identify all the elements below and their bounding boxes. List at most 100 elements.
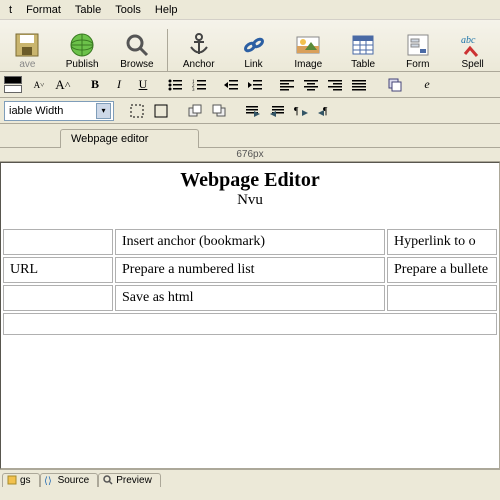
menu-format[interactable]: Format <box>19 2 68 18</box>
table-cell[interactable] <box>387 285 497 311</box>
document-tab[interactable]: Webpage editor <box>60 129 199 148</box>
table-label: Table <box>351 59 375 70</box>
bold-button[interactable]: B <box>84 75 106 95</box>
view-tab-label: Preview <box>116 475 152 486</box>
table-cell[interactable] <box>3 285 113 311</box>
preview-icon <box>103 475 113 485</box>
view-tab-label: Source <box>58 475 90 486</box>
align-right-button[interactable] <box>324 75 346 95</box>
indent-button[interactable] <box>244 75 266 95</box>
toolbar-separator <box>167 29 168 71</box>
save-button[interactable]: ave <box>0 29 55 71</box>
view-tabs: gs ⟨⟩ Source Preview <box>0 469 500 489</box>
ltr-para-button[interactable]: ¶ <box>290 101 312 121</box>
increase-font-button[interactable]: A˄ <box>52 75 74 95</box>
menu-help[interactable]: Help <box>148 2 185 18</box>
italic-button[interactable]: I <box>108 75 130 95</box>
view-tab-label: gs <box>20 475 31 486</box>
save-label: ave <box>19 59 35 70</box>
anchor-icon <box>185 31 213 59</box>
em-button[interactable]: e <box>416 75 438 95</box>
spell-icon: abc <box>459 31 487 59</box>
save-icon <box>13 31 41 59</box>
number-list-button[interactable]: 123 <box>188 75 210 95</box>
spell-label: Spell <box>462 59 484 70</box>
bg-color-swatch[interactable] <box>4 85 22 93</box>
anchor-button[interactable]: Anchor <box>171 29 226 71</box>
table-cell[interactable]: Prepare a numbered list <box>115 257 385 283</box>
view-tab-tags[interactable]: gs <box>2 473 40 487</box>
anchor-label: Anchor <box>183 59 215 70</box>
source-icon: ⟨⟩ <box>45 475 55 485</box>
publish-icon <box>68 31 96 59</box>
send-back-button[interactable] <box>184 101 206 121</box>
font-family-value: iable Width <box>9 105 63 117</box>
table-row[interactable]: Save as html <box>3 285 497 311</box>
link-icon <box>240 31 268 59</box>
form-button[interactable]: Form <box>390 29 445 71</box>
direction-ltr-button[interactable] <box>242 101 264 121</box>
table-cell[interactable]: Prepare a bullete <box>387 257 497 283</box>
table-row[interactable] <box>3 313 497 335</box>
table-cell[interactable]: URL <box>3 257 113 283</box>
bullet-list-button[interactable] <box>164 75 186 95</box>
form-icon <box>404 31 432 59</box>
table-cell[interactable]: Insert anchor (bookmark) <box>115 229 385 255</box>
publish-label: Publish <box>66 59 99 70</box>
doc-subheading: Nvu <box>1 192 499 209</box>
publish-button[interactable]: Publish <box>55 29 110 71</box>
tags-icon <box>7 475 17 485</box>
table-icon <box>349 31 377 59</box>
table-cell[interactable]: Hyperlink to o <box>387 229 497 255</box>
table-cell[interactable] <box>3 313 497 335</box>
align-left-button[interactable] <box>276 75 298 95</box>
menu-bar: t Format Table Tools Help <box>0 0 500 20</box>
table-row[interactable]: URL Prepare a numbered list Prepare a bu… <box>3 257 497 283</box>
document-tab-label: Webpage editor <box>71 133 148 145</box>
image-icon <box>294 31 322 59</box>
image-button[interactable]: Image <box>281 29 336 71</box>
menu-item[interactable]: t <box>2 2 19 18</box>
svg-text:⟨⟩: ⟨⟩ <box>45 476 52 485</box>
ruler-size: 676px <box>0 148 500 162</box>
menu-table[interactable]: Table <box>68 2 108 18</box>
view-tab-source[interactable]: ⟨⟩ Source <box>40 473 99 487</box>
direction-rtl-button[interactable] <box>266 101 288 121</box>
browse-icon <box>123 31 151 59</box>
svg-text:3: 3 <box>192 88 195 91</box>
svg-text:abc: abc <box>461 35 476 46</box>
underline-button[interactable]: U <box>132 75 154 95</box>
document-tabs: Webpage editor <box>0 124 500 148</box>
decrease-font-button[interactable]: A˅ <box>28 75 50 95</box>
align-center-button[interactable] <box>300 75 322 95</box>
align-justify-button[interactable] <box>348 75 370 95</box>
outdent-button[interactable] <box>220 75 242 95</box>
text-color-swatch[interactable] <box>4 76 22 84</box>
doc-table[interactable]: Insert anchor (bookmark) Hyperlink to o … <box>1 227 499 337</box>
format-toolbar-2: iable Width ▾ ¶ ¶ <box>0 98 500 124</box>
browse-label: Browse <box>120 59 153 70</box>
main-toolbar: ave Publish Browse Anchor Link Image <box>0 20 500 72</box>
table-cell[interactable]: Save as html <box>115 285 385 311</box>
format-toolbar: A˅ A˄ B I U 123 e <box>0 72 500 98</box>
rtl-para-button[interactable]: ¶ <box>314 101 336 121</box>
image-label: Image <box>294 59 322 70</box>
bring-front-button[interactable] <box>208 101 230 121</box>
font-family-select[interactable]: iable Width ▾ <box>4 101 114 121</box>
table-cell[interactable] <box>3 229 113 255</box>
svg-text:¶: ¶ <box>294 106 299 117</box>
spell-button[interactable]: abc Spell <box>445 29 500 71</box>
link-button[interactable]: Link <box>226 29 281 71</box>
doc-heading: Webpage Editor <box>1 169 499 192</box>
link-label: Link <box>244 59 262 70</box>
border-solid-button[interactable] <box>150 101 172 121</box>
form-label: Form <box>406 59 429 70</box>
table-row[interactable]: Insert anchor (bookmark) Hyperlink to o <box>3 229 497 255</box>
layer-button[interactable] <box>384 75 406 95</box>
browse-button[interactable]: Browse <box>110 29 165 71</box>
document-area[interactable]: Webpage Editor Nvu Insert anchor (bookma… <box>0 162 500 469</box>
table-button[interactable]: Table <box>336 29 391 71</box>
border-style-button[interactable] <box>126 101 148 121</box>
menu-tools[interactable]: Tools <box>108 2 148 18</box>
view-tab-preview[interactable]: Preview <box>98 473 161 487</box>
